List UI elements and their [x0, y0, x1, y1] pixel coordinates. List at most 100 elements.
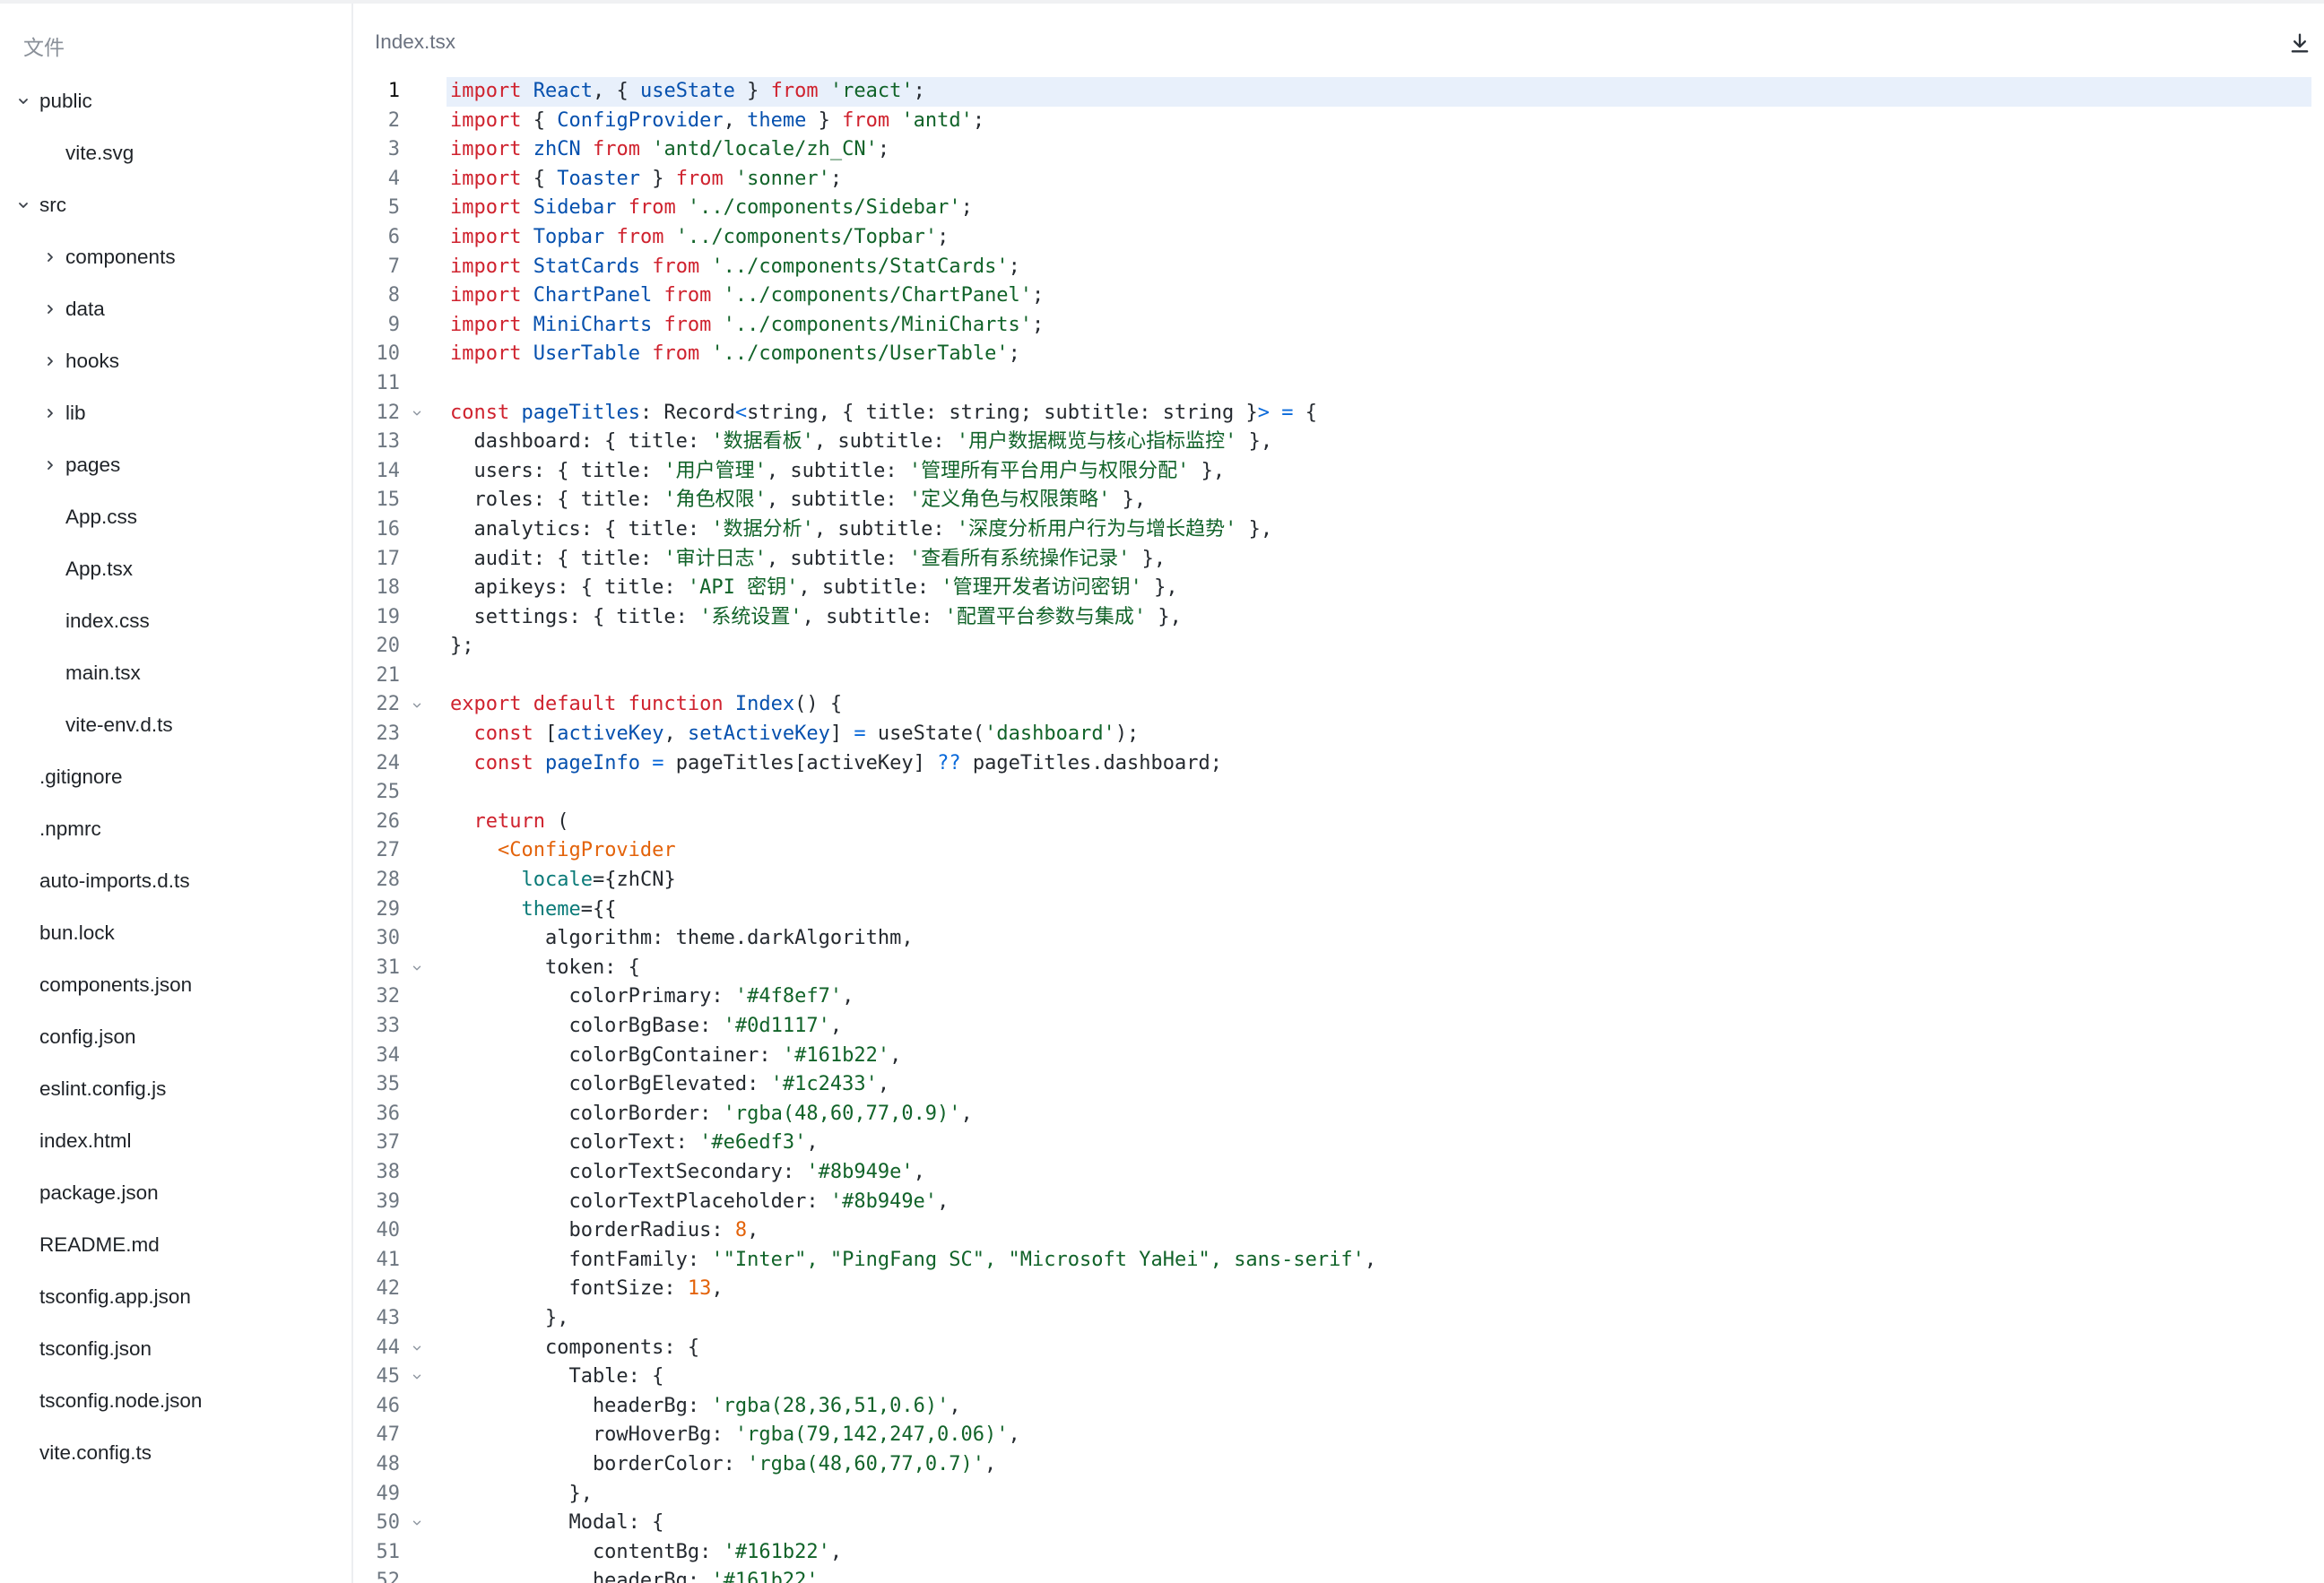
tree-file[interactable]: App.tsx	[0, 543, 351, 595]
tree-file[interactable]: vite.config.ts	[0, 1427, 351, 1479]
code-line[interactable]: 30 algorithm: theme.darkAlgorithm,	[355, 924, 2324, 954]
code-text: borderRadius: 8,	[450, 1216, 759, 1246]
chevron-right-icon[interactable]	[40, 283, 60, 335]
tree-folder[interactable]: components	[0, 231, 351, 283]
code-line[interactable]: 52 headerBg: '#161b22',	[355, 1567, 2324, 1583]
code-line[interactable]: 37 colorText: '#e6edf3',	[355, 1129, 2324, 1158]
code-line[interactable]: 33 colorBgBase: '#0d1117',	[355, 1012, 2324, 1042]
code-line[interactable]: 31 token: {	[355, 954, 2324, 983]
tree-folder[interactable]: lib	[0, 387, 351, 439]
code-line[interactable]: 29 theme={{	[355, 895, 2324, 925]
tree-file[interactable]: bun.lock	[0, 907, 351, 959]
chevron-right-icon[interactable]	[40, 335, 60, 387]
code-line[interactable]: 22 export default function Index() {	[355, 690, 2324, 720]
code-line[interactable]: 41 fontFamily: '"Inter", "PingFang SC", …	[355, 1246, 2324, 1276]
code-line[interactable]: 1 import React, { useState } from 'react'…	[355, 77, 2324, 107]
tree-file[interactable]: main.tsx	[0, 647, 351, 699]
tree-file[interactable]: eslint.config.js	[0, 1063, 351, 1115]
code-line[interactable]: 42 fontSize: 13,	[355, 1275, 2324, 1304]
code-line[interactable]: 13 dashboard: { title: '数据看板', subtitle:…	[355, 428, 2324, 457]
fold-chevron-icon[interactable]	[409, 1509, 425, 1538]
fold-chevron-icon[interactable]	[409, 954, 425, 983]
code-line[interactable]: 15 roles: { title: '角色权限', subtitle: '定义…	[355, 486, 2324, 515]
code-line[interactable]: 46 headerBg: 'rgba(28,36,51,0.6)',	[355, 1392, 2324, 1422]
tree-file[interactable]: components.json	[0, 959, 351, 1011]
code-line[interactable]: 51 contentBg: '#161b22',	[355, 1538, 2324, 1568]
fold-chevron-icon[interactable]	[409, 690, 425, 720]
chevron-down-icon[interactable]	[13, 179, 33, 231]
tree-file[interactable]: vite.svg	[0, 127, 351, 179]
code-line[interactable]: 5 import Sidebar from '../components/Side…	[355, 194, 2324, 223]
code-text: import { Toaster } from 'sonner';	[450, 165, 842, 195]
code-line[interactable]: 34 colorBgContainer: '#161b22',	[355, 1042, 2324, 1071]
code-line[interactable]: 36 colorBorder: 'rgba(48,60,77,0.9)',	[355, 1100, 2324, 1129]
code-line[interactable]: 2 import { ConfigProvider, theme } from '…	[355, 107, 2324, 136]
code-line[interactable]: 12 const pageTitles: Record<string, { tit…	[355, 399, 2324, 428]
tree-folder[interactable]: hooks	[0, 335, 351, 387]
code-line[interactable]: 50 Modal: {	[355, 1509, 2324, 1538]
code-line[interactable]: 4 import { Toaster } from 'sonner';	[355, 165, 2324, 195]
code-line[interactable]: 25	[355, 778, 2324, 808]
code-token: Table: {	[450, 1365, 664, 1388]
tree-file[interactable]: README.md	[0, 1219, 351, 1271]
tree-file[interactable]: tsconfig.node.json	[0, 1375, 351, 1427]
tree-file[interactable]: tsconfig.json	[0, 1323, 351, 1375]
code-line[interactable]: 44 components: {	[355, 1334, 2324, 1363]
tree-file[interactable]: config.json	[0, 1011, 351, 1063]
chevron-right-icon[interactable]	[40, 231, 60, 283]
chevron-down-icon[interactable]	[13, 75, 33, 127]
code-line[interactable]: 20};	[355, 632, 2324, 662]
code-line[interactable]: 45 Table: {	[355, 1362, 2324, 1392]
code-line[interactable]: 24 const pageInfo = pageTitles[activeKey…	[355, 749, 2324, 779]
tree-folder[interactable]: pages	[0, 439, 351, 491]
code-line[interactable]: 39 colorTextPlaceholder: '#8b949e',	[355, 1188, 2324, 1217]
tree-file[interactable]: tsconfig.app.json	[0, 1271, 351, 1323]
code-line[interactable]: 19 settings: { title: '系统设置', subtitle: …	[355, 603, 2324, 633]
tree-folder[interactable]: src	[0, 179, 351, 231]
code-line[interactable]: 16 analytics: { title: '数据分析', subtitle:…	[355, 515, 2324, 545]
code-line[interactable]: 28 locale={zhCN}	[355, 866, 2324, 895]
tree-file[interactable]: package.json	[0, 1167, 351, 1219]
code-line[interactable]: 9 import MiniCharts from '../components/M…	[355, 311, 2324, 341]
code-line[interactable]: 18 apikeys: { title: 'API 密钥', subtitle:…	[355, 574, 2324, 603]
code-token: useState	[639, 80, 735, 102]
chevron-right-icon[interactable]	[40, 439, 60, 491]
code-line[interactable]: 3 import zhCN from 'antd/locale/zh_CN';	[355, 135, 2324, 165]
code-line[interactable]: 14 users: { title: '用户管理', subtitle: '管理…	[355, 457, 2324, 487]
tree-folder[interactable]: public	[0, 75, 351, 127]
fold-chevron-icon[interactable]	[409, 1362, 425, 1392]
code-line[interactable]: 49 },	[355, 1480, 2324, 1509]
chevron-right-icon[interactable]	[40, 387, 60, 439]
code-line[interactable]: 27 <ConfigProvider	[355, 836, 2324, 866]
code-line[interactable]: 47 rowHoverBg: 'rgba(79,142,247,0.06)',	[355, 1421, 2324, 1450]
code-text: return (	[450, 808, 569, 837]
code-line[interactable]: 8 import ChartPanel from '../components/C…	[355, 281, 2324, 311]
tree-file[interactable]: auto-imports.d.ts	[0, 855, 351, 907]
tree-folder[interactable]: data	[0, 283, 351, 335]
code-line[interactable]: 35 colorBgElevated: '#1c2433',	[355, 1070, 2324, 1100]
code-line[interactable]: 17 audit: { title: '审计日志', subtitle: '查看…	[355, 545, 2324, 575]
tree-file[interactable]: vite-env.d.ts	[0, 699, 351, 751]
code-line[interactable]: 32 colorPrimary: '#4f8ef7',	[355, 982, 2324, 1012]
tree-file[interactable]: .npmrc	[0, 803, 351, 855]
code-line[interactable]: 48 borderColor: 'rgba(48,60,77,0.7)',	[355, 1450, 2324, 1480]
code-line[interactable]: 40 borderRadius: 8,	[355, 1216, 2324, 1246]
tree-file[interactable]: index.html	[0, 1115, 351, 1167]
code-line[interactable]: 21	[355, 662, 2324, 691]
code-line[interactable]: 38 colorTextSecondary: '#8b949e',	[355, 1158, 2324, 1188]
tree-item-label: pages	[65, 454, 121, 476]
tree-file[interactable]: .gitignore	[0, 751, 351, 803]
code-line[interactable]: 23 const [activeKey, setActiveKey] = use…	[355, 720, 2324, 749]
download-icon[interactable]	[2287, 30, 2312, 56]
code-line[interactable]: 43 },	[355, 1304, 2324, 1334]
code-line[interactable]: 6 import Topbar from '../components/Topba…	[355, 223, 2324, 253]
code-line[interactable]: 11	[355, 369, 2324, 399]
tree-file[interactable]: App.css	[0, 491, 351, 543]
fold-chevron-icon[interactable]	[409, 399, 425, 428]
code-line[interactable]: 10 import UserTable from '../components/U…	[355, 340, 2324, 369]
code-area[interactable]: 1 import React, { useState } from 'react'…	[355, 77, 2324, 1583]
tree-file[interactable]: index.css	[0, 595, 351, 647]
fold-chevron-icon[interactable]	[409, 1334, 425, 1363]
code-line[interactable]: 26 return (	[355, 808, 2324, 837]
code-line[interactable]: 7 import StatCards from '../components/St…	[355, 253, 2324, 282]
